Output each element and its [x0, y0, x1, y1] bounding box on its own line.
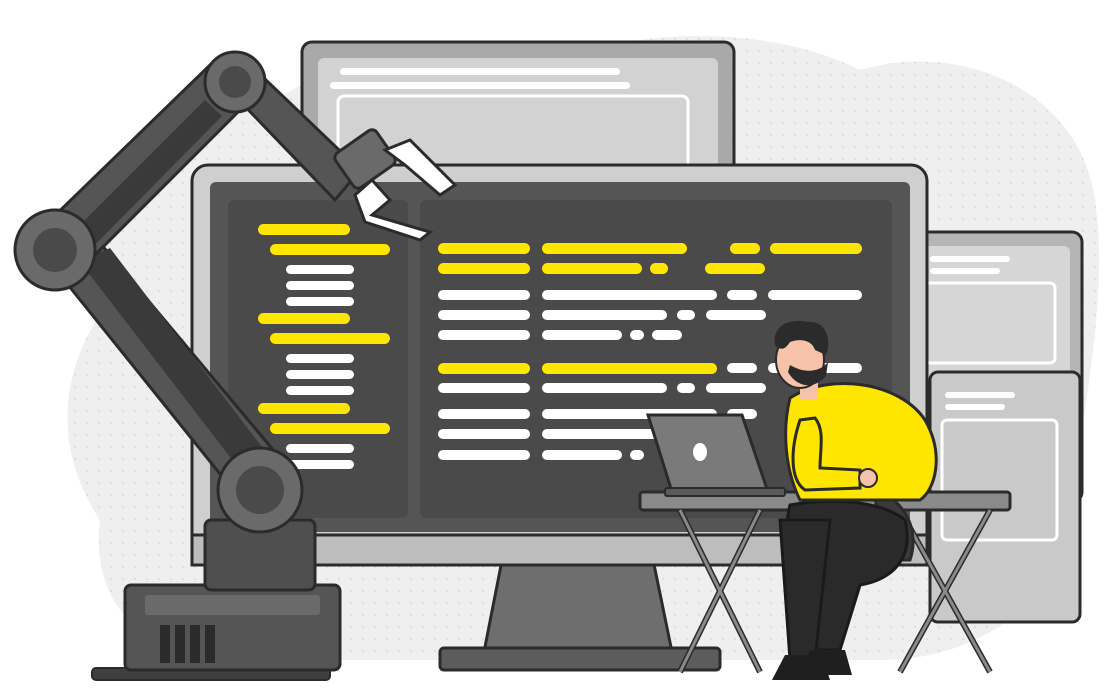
illustration-scene	[0, 0, 1112, 693]
illustration-svg	[13, 36, 1100, 681]
